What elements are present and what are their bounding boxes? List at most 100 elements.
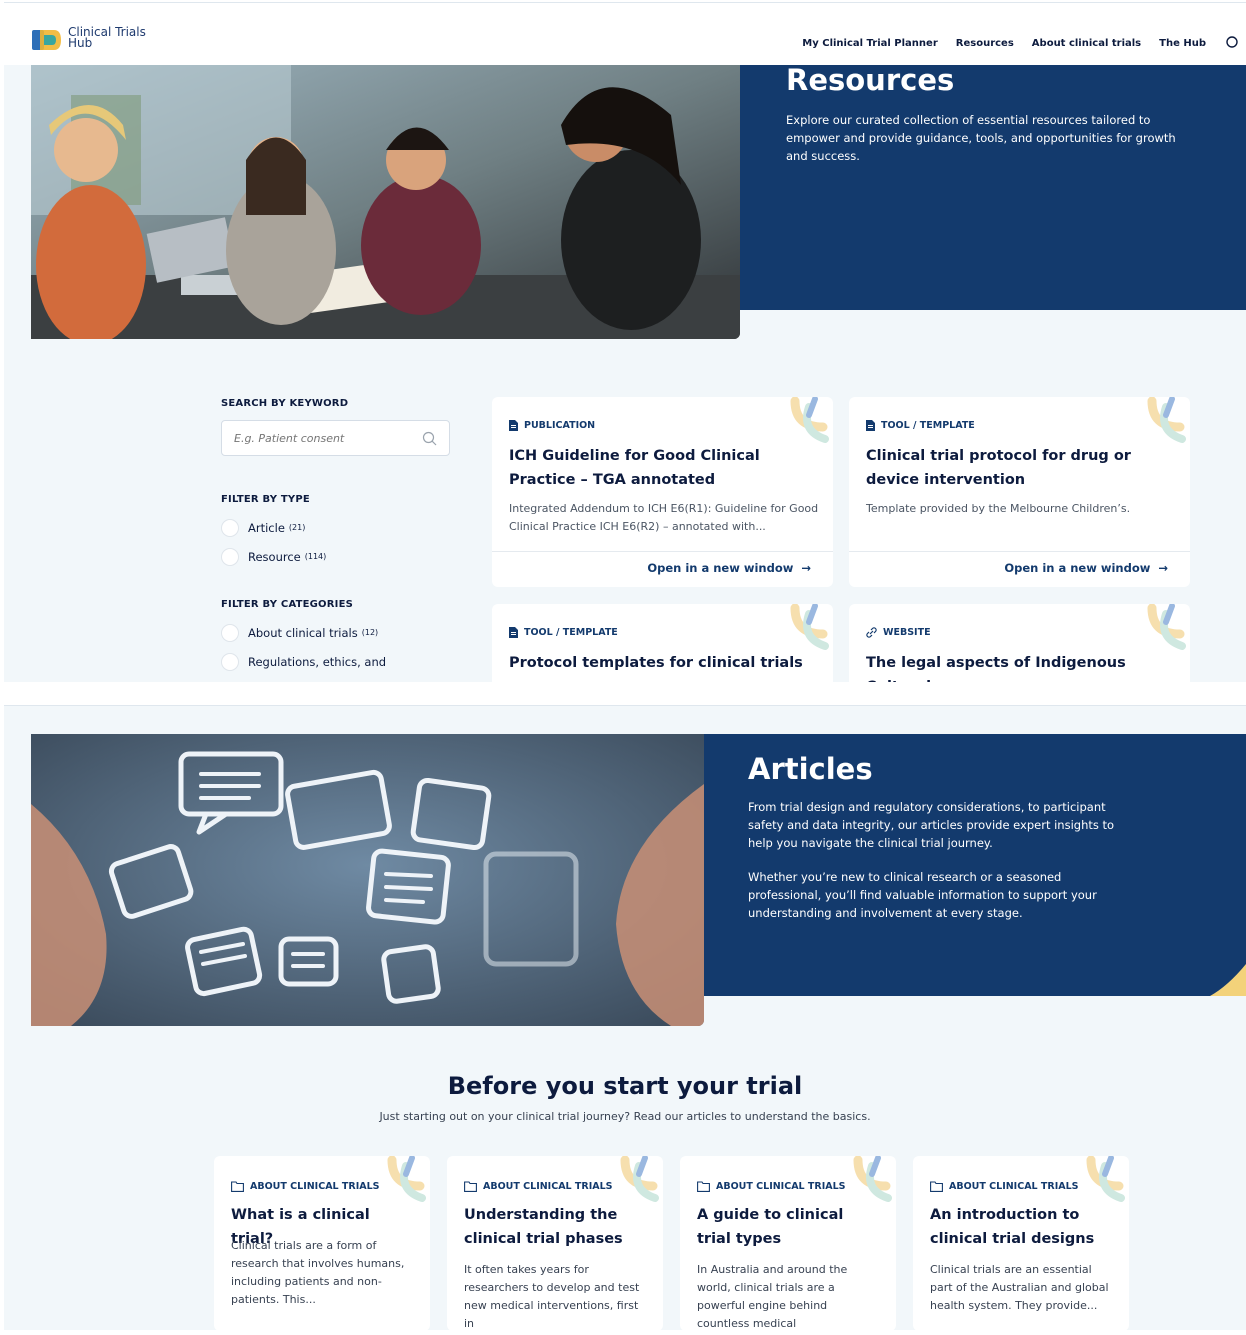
card-description: In Australia and around the world, clini… [697, 1263, 848, 1330]
card-divider [849, 551, 1190, 552]
article-card[interactable]: ABOUT CLINICAL TRIALS An introduction to… [913, 1156, 1129, 1330]
card-type-tag: TOOL / TEMPLATE [509, 627, 618, 638]
section-title: Before you start your trial [447, 1072, 803, 1100]
article-card[interactable]: ABOUT CLINICAL TRIALS Understanding the … [447, 1156, 663, 1330]
card-title[interactable]: ICH Guideline for Good Clinical Practice… [509, 444, 814, 492]
card-category-tag: ABOUT CLINICAL TRIALS [930, 1181, 1078, 1192]
decorative-corner-icon [1210, 964, 1246, 996]
card-type-label: PUBLICATION [524, 420, 596, 431]
radio-button[interactable] [221, 547, 239, 566]
resources-hero-image [31, 65, 740, 339]
article-card[interactable]: ABOUT CLINICAL TRIALS A guide to clinica… [680, 1156, 896, 1330]
resources-hero-panel [740, 65, 1246, 310]
card-title[interactable]: The legal aspects of Indigenous Cultural [866, 651, 1171, 682]
logo-icon [32, 30, 61, 50]
card-category-label: ABOUT CLINICAL TRIALS [250, 1181, 380, 1192]
open-new-window-link[interactable]: Open in a new window → [1004, 561, 1168, 575]
card-type-label: TOOL / TEMPLATE [524, 627, 618, 638]
search-icon[interactable] [422, 431, 437, 446]
articles-page: Articles From trial design and regulator… [4, 705, 1246, 1330]
card-category-tag: ABOUT CLINICAL TRIALS [697, 1181, 845, 1192]
card-title[interactable]: A guide to clinical trial types [697, 1203, 882, 1251]
filter-type-label: FILTER BY TYPE [221, 494, 310, 505]
students-photo-illustration [31, 65, 740, 339]
decorative-swoosh-icon [387, 1156, 426, 1202]
decorative-swoosh-icon [620, 1156, 659, 1202]
logo-line-2: Hub [68, 36, 93, 50]
card-description: Clinical trials are an essential part of… [930, 1263, 1109, 1312]
resource-card[interactable]: TOOL / TEMPLATE Clinical trial protocol … [849, 397, 1190, 587]
link-label: Open in a new window [1004, 561, 1151, 575]
card-description: It often takes years for researchers to … [464, 1263, 640, 1330]
document-icon [509, 420, 518, 431]
radio-button[interactable] [221, 623, 239, 642]
folder-icon [930, 1181, 943, 1192]
resource-card[interactable]: WEBSITE The legal aspects of Indigenous … [849, 604, 1190, 682]
card-category-tag: ABOUT CLINICAL TRIALS [464, 1181, 612, 1192]
option-label: Article [248, 520, 285, 535]
filter-type-article[interactable]: Article (21) [221, 513, 456, 542]
site-logo[interactable]: Clinical Trials Hub [32, 26, 146, 57]
section-subtitle: Just starting out on your clinical trial… [379, 1110, 871, 1123]
card-description: Integrated Addendum to ICH E6(R1): Guide… [509, 502, 819, 533]
option-count: (12) [361, 628, 379, 637]
articles-title: Articles [748, 752, 873, 786]
card-description: Clinical trials are a form of research t… [231, 1239, 405, 1306]
card-type-label: TOOL / TEMPLATE [881, 420, 975, 431]
filter-category-regulations[interactable]: Regulations, ethics, and [221, 647, 456, 676]
card-title[interactable]: Protocol templates for clinical trials [509, 651, 814, 675]
search-label: SEARCH BY KEYWORD [221, 398, 349, 409]
card-type-label: WEBSITE [883, 627, 931, 638]
nav-my-clinical-trial-planner[interactable]: My Clinical Trial Planner [802, 38, 937, 49]
search-icon[interactable] [1224, 36, 1238, 50]
card-category-tag: ABOUT CLINICAL TRIALS [231, 1181, 379, 1192]
card-title[interactable]: An introduction to clinical trial design… [930, 1203, 1115, 1251]
radio-button[interactable] [221, 652, 239, 671]
resources-title: Resources [786, 63, 955, 97]
filter-sidebar: SEARCH BY KEYWORD FILTER BY TYPE Article… [221, 398, 456, 676]
card-category-label: ABOUT CLINICAL TRIALS [949, 1181, 1079, 1192]
card-type-tag: WEBSITE [866, 627, 931, 638]
document-icon [866, 420, 875, 431]
link-label: Open in a new window [647, 561, 794, 575]
filter-categories-label: FILTER BY CATEGORIES [221, 599, 354, 610]
card-title[interactable]: Clinical trial protocol for drug or devi… [866, 444, 1171, 492]
speech-bubbles-illustration [31, 734, 704, 1026]
resources-intro: Explore our curated collection of essent… [786, 113, 1176, 163]
article-card[interactable]: ABOUT CLINICAL TRIALS What is a clinical… [214, 1156, 430, 1330]
card-title[interactable]: Understanding the clinical trial phases [464, 1203, 649, 1251]
card-category-label: ABOUT CLINICAL TRIALS [716, 1181, 846, 1192]
articles-intro-paragraph-1: From trial design and regulatory conside… [748, 800, 1115, 850]
articles-intro-paragraph-2: Whether you’re new to clinical research … [748, 870, 1097, 920]
nav-about-clinical-trials[interactable]: About clinical trials [1032, 38, 1141, 49]
decorative-swoosh-icon [790, 604, 829, 650]
folder-icon [697, 1181, 710, 1192]
resource-card[interactable]: PUBLICATION ICH Guideline for Good Clini… [492, 397, 833, 587]
card-divider [492, 551, 833, 552]
main-nav: My Clinical Trial Planner Resources Abou… [802, 36, 1238, 50]
logo-text: Clinical Trials Hub [68, 26, 146, 50]
keyword-search-box[interactable] [221, 420, 450, 456]
radio-button[interactable] [221, 518, 239, 537]
nav-the-hub[interactable]: The Hub [1159, 38, 1206, 49]
option-count: (114) [304, 552, 327, 561]
filter-type-resource[interactable]: Resource (114) [221, 542, 456, 571]
folder-icon [231, 1181, 244, 1192]
card-category-label: ABOUT CLINICAL TRIALS [483, 1181, 613, 1192]
card-type-tag: PUBLICATION [509, 420, 595, 431]
decorative-swoosh-icon [1086, 1156, 1125, 1202]
resource-card[interactable]: TOOL / TEMPLATE Protocol templates for c… [492, 604, 833, 682]
document-icon [509, 627, 518, 638]
open-new-window-link[interactable]: Open in a new window → [647, 561, 811, 575]
nav-resources[interactable]: Resources [956, 38, 1014, 49]
card-description: Template provided by the Melbourne Child… [866, 502, 1131, 515]
card-type-tag: TOOL / TEMPLATE [866, 420, 975, 431]
keyword-search-input[interactable] [234, 421, 414, 455]
arrow-right-icon: → [801, 561, 811, 575]
filter-category-about-clinical-trials[interactable]: About clinical trials (12) [221, 618, 456, 647]
folder-icon [464, 1181, 477, 1192]
option-label: Resource [248, 549, 301, 564]
option-label: Regulations, ethics, and [248, 654, 387, 669]
resources-page: Clinical Trials Hub My Clinical Trial Pl… [4, 2, 1246, 682]
option-label: About clinical trials [248, 625, 358, 640]
